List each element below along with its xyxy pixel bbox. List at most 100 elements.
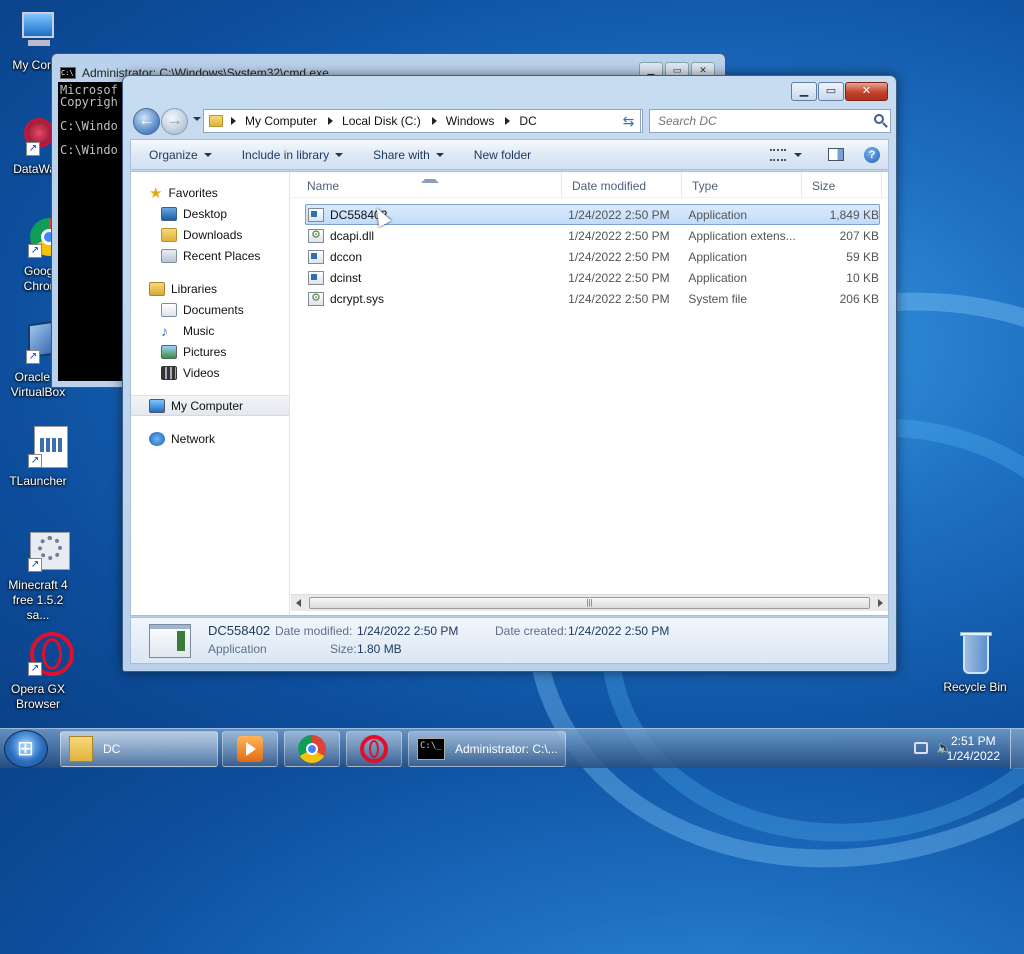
nav-desktop[interactable]: Desktop (131, 203, 289, 224)
taskbar-explorer-button[interactable]: DC (60, 731, 218, 767)
clock[interactable]: 2:51 PM 1/24/2022 (947, 734, 1000, 764)
include-label: Include in library (241, 147, 330, 162)
start-button[interactable] (4, 730, 48, 768)
horizontal-scrollbar[interactable]: ||| (291, 594, 888, 611)
share-with-button[interactable]: Share with (353, 148, 454, 162)
chrome-icon (298, 735, 326, 763)
desktop-icon-tlauncher[interactable]: ↗ TLauncher (0, 424, 76, 489)
opera-icon: ↗ (14, 632, 74, 680)
help-icon[interactable]: ? (864, 146, 880, 163)
file-list: Name Date modified Type Size DC558402 1/… (291, 172, 888, 615)
file-size: 207 KB (839, 228, 879, 243)
scroll-right-icon[interactable] (878, 599, 883, 607)
desktop-icon-opera-gx[interactable]: ↗ Opera GX Browser (0, 632, 76, 712)
file-row[interactable]: dccon 1/24/2022 2:50 PM Application 59 K… (305, 246, 880, 267)
nav-downloads[interactable]: Downloads (131, 224, 289, 245)
taskbar-media-player-button[interactable] (222, 731, 278, 767)
application-icon (308, 207, 324, 222)
minecraft-icon: ↗ (14, 528, 70, 576)
file-row[interactable]: DC558402 1/24/2022 2:50 PM Application 1… (305, 204, 880, 225)
explorer-window[interactable]: ▁ ▭ ✕ ← → My Computer Local Disk (C:) Wi… (122, 75, 897, 672)
preview-pane-icon[interactable] (828, 148, 844, 161)
breadcrumb-local-disk[interactable]: Local Disk (C:) (342, 114, 421, 128)
file-row[interactable]: dcinst 1/24/2022 2:50 PM Application 10 … (305, 267, 880, 288)
back-button[interactable]: ← (133, 108, 160, 135)
file-name: dcrypt.sys (330, 291, 385, 306)
scroll-thumb[interactable]: ||| (309, 597, 870, 609)
file-name: dcapi.dll (330, 228, 375, 243)
file-row[interactable]: dcrypt.sys 1/24/2022 2:50 PM System file… (305, 288, 880, 309)
nav-libraries[interactable]: Libraries (131, 278, 289, 299)
include-in-library-button[interactable]: Include in library (222, 148, 353, 162)
search-input[interactable] (656, 111, 856, 131)
scroll-left-icon[interactable] (296, 599, 301, 607)
nav-label: Videos (183, 365, 220, 380)
desktop-icon (161, 206, 177, 221)
command-bar: Organize Include in library Share with N… (130, 139, 889, 170)
nav-music[interactable]: ♪ Music (131, 320, 289, 341)
forward-button[interactable]: → (161, 108, 188, 135)
column-label: Type (692, 179, 719, 193)
nav-label: Desktop (183, 206, 228, 221)
details-size-label: Size: (330, 642, 357, 656)
breadcrumb-dc[interactable]: DC (519, 114, 536, 128)
column-header-type[interactable]: Type (682, 172, 802, 197)
refresh-button[interactable]: ⇆ (617, 109, 641, 133)
nav-videos[interactable]: Videos (131, 362, 289, 383)
maximize-button[interactable]: ▭ (818, 82, 844, 101)
column-header-name[interactable]: Name (291, 172, 562, 197)
change-view-button[interactable] (770, 148, 802, 161)
taskbar-chrome-button[interactable] (284, 731, 340, 767)
taskbar-cmd-button[interactable]: C:\_ Administrator: C:\... (408, 731, 566, 767)
taskbar-opera-button[interactable] (346, 731, 402, 767)
file-type: Application (688, 207, 748, 222)
desktop-icon-recycle-bin[interactable]: Recycle Bin (937, 630, 1013, 695)
file-row[interactable]: dcapi.dll 1/24/2022 2:50 PM Application … (305, 225, 880, 246)
column-header-size[interactable]: Size (802, 172, 882, 197)
nav-documents[interactable]: Documents (131, 299, 289, 320)
desktop-icon-minecraft[interactable]: ↗ Minecraft 4 free 1.5.2 sa... (0, 528, 76, 623)
file-date: 1/24/2022 2:50 PM (568, 270, 670, 285)
column-header-date[interactable]: Date modified (562, 172, 682, 197)
show-desktop-button[interactable] (1010, 729, 1024, 769)
desktop-icon-label: Recycle Bin (943, 680, 1007, 694)
chevron-down-icon (203, 152, 212, 157)
explorer-window-controls: ▁ ▭ ✕ (791, 82, 888, 101)
chevron-down-icon (794, 152, 802, 157)
breadcrumb-arrow-icon[interactable] (431, 117, 437, 125)
breadcrumb-arrow-icon[interactable] (505, 117, 511, 125)
breadcrumb-arrow-icon[interactable] (328, 117, 334, 125)
nav-recent-places[interactable]: Recent Places (131, 245, 289, 266)
minimize-button[interactable]: ▁ (791, 82, 817, 101)
recent-pages-dropdown[interactable] (193, 117, 201, 121)
breadcrumb-arrow-icon[interactable] (231, 117, 236, 125)
search-icon[interactable] (874, 114, 884, 124)
breadcrumb-my-computer[interactable]: My Computer (245, 114, 317, 128)
search-box[interactable] (649, 109, 891, 133)
breadcrumb-windows[interactable]: Windows (446, 114, 495, 128)
desktop-icon-label: TLauncher (9, 474, 67, 488)
nav-favorites[interactable]: ★ Favorites (131, 182, 289, 203)
nav-my-computer[interactable]: My Computer (131, 395, 289, 416)
navigation-bar: ← → My Computer Local Disk (C:) Windows … (131, 107, 891, 135)
nav-network[interactable]: Network (131, 428, 289, 449)
nav-pictures[interactable]: Pictures (131, 341, 289, 362)
libraries-icon (149, 281, 165, 296)
pictures-icon (161, 344, 177, 359)
organize-button[interactable]: Organize (131, 148, 222, 162)
nav-label: Music (183, 323, 215, 338)
details-size: 1.80 MB (357, 642, 402, 656)
console-icon: C:\ (60, 67, 76, 79)
new-folder-button[interactable]: New folder (454, 148, 541, 162)
file-size: 10 KB (846, 270, 879, 285)
column-label: Date modified (572, 179, 647, 193)
nav-label: Downloads (183, 227, 243, 242)
taskbar-cmd-label: Administrator: C:\... (455, 742, 558, 756)
network-status-icon[interactable] (914, 742, 928, 754)
shortcut-arrow-icon: ↗ (28, 244, 42, 258)
address-bar[interactable]: My Computer Local Disk (C:) Windows DC (203, 109, 643, 133)
column-label: Name (307, 179, 340, 193)
close-button[interactable]: ✕ (845, 82, 888, 101)
file-date: 1/24/2022 2:50 PM (568, 249, 670, 264)
taskbar: DC C:\_ Administrator: C:\... 🔈 2:51 PM … (0, 728, 1024, 769)
